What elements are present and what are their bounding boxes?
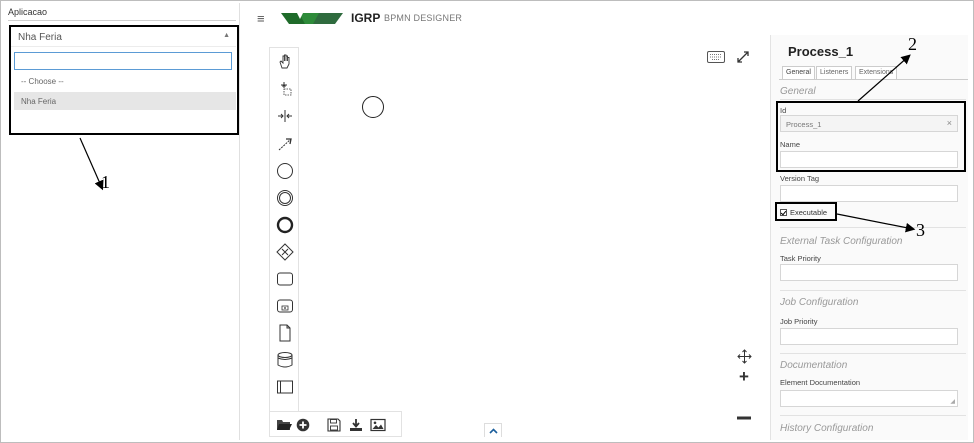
annotation-arrow-1: [79, 137, 104, 191]
annotation-arrow-3: [836, 213, 916, 233]
annotation-arrow-2: [857, 54, 911, 102]
annotation-arrows: [79, 54, 916, 233]
